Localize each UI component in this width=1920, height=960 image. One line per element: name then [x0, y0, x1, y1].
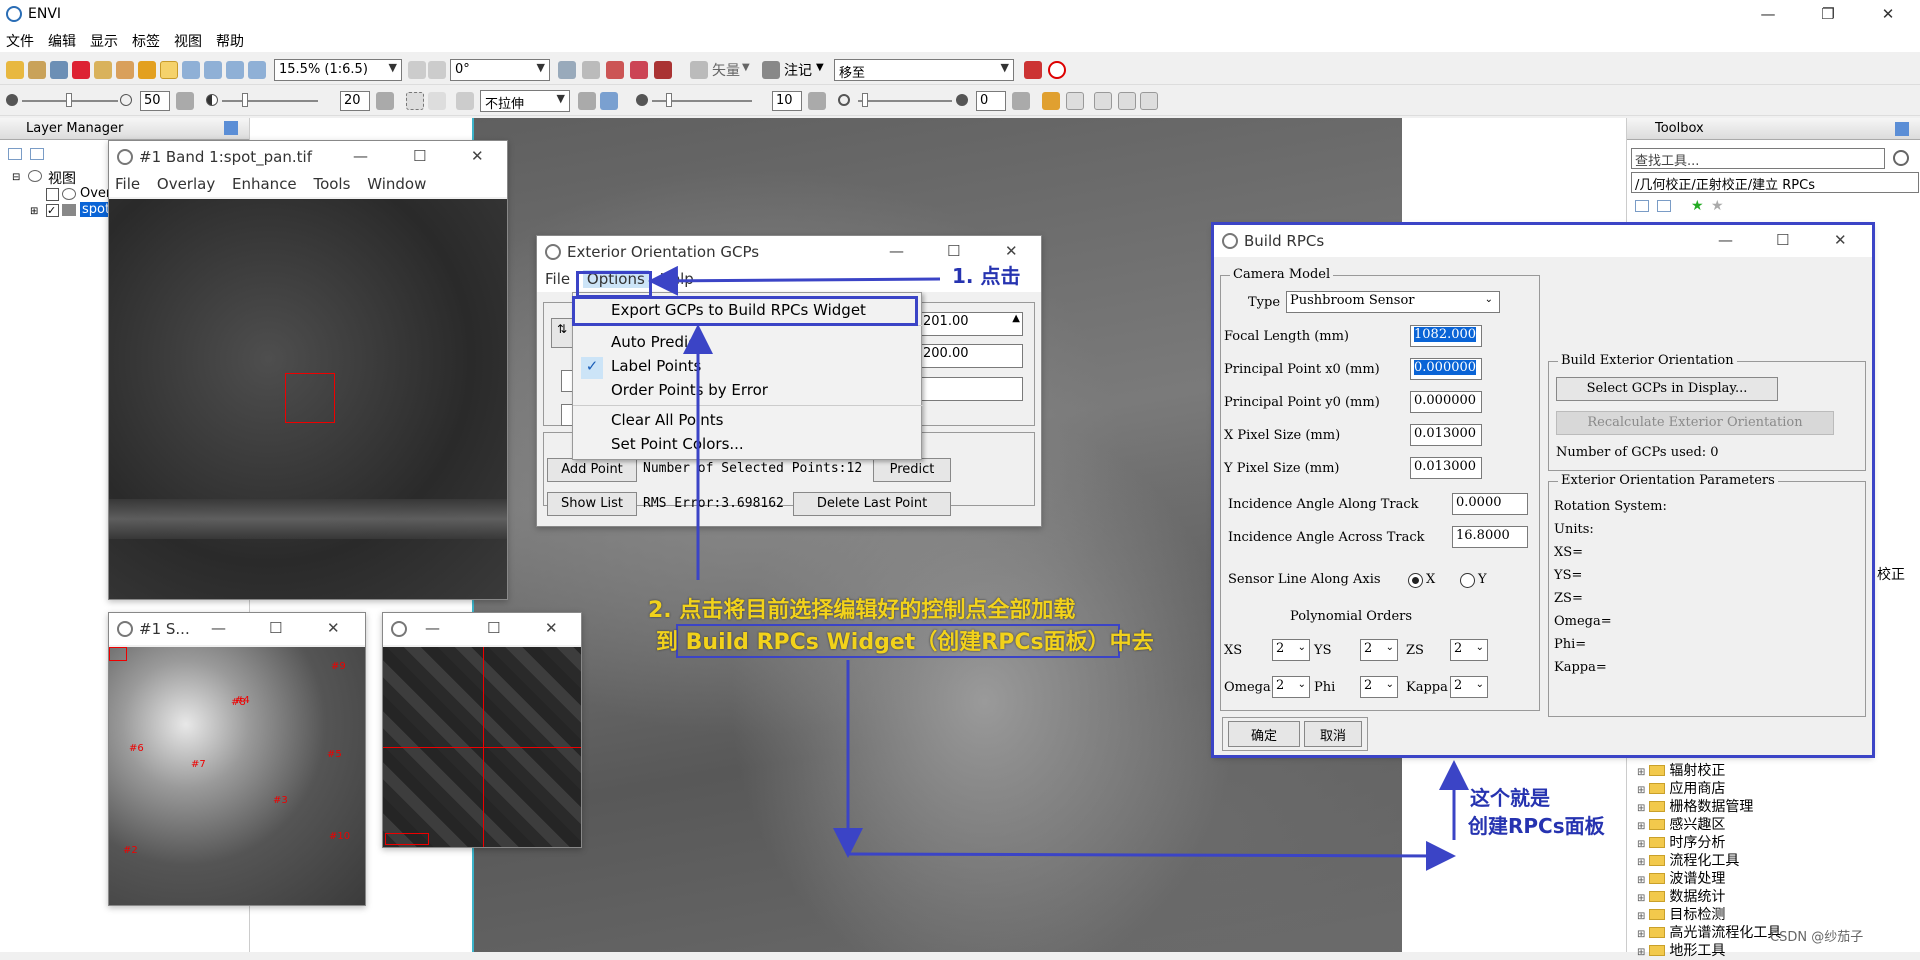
annotation-arrows	[648, 265, 1469, 871]
panel-note-line1: 这个就是	[1470, 786, 1550, 810]
step2-annotation-line1: 2. 点击将目前选择编辑好的控制点全部加载	[648, 598, 1076, 623]
arrow-right	[847, 840, 1456, 871]
watermark: CSDN @纱茄子	[1770, 930, 1864, 945]
step1-annotation: 1. 点击	[952, 264, 1021, 288]
step2-annotation-line2: 到 Build RPCs Widget（创建RPCs面板）中去	[656, 630, 1154, 655]
panel-note-line2: 创建RPCs面板	[1468, 814, 1605, 838]
arrow-to-options	[648, 265, 941, 296]
